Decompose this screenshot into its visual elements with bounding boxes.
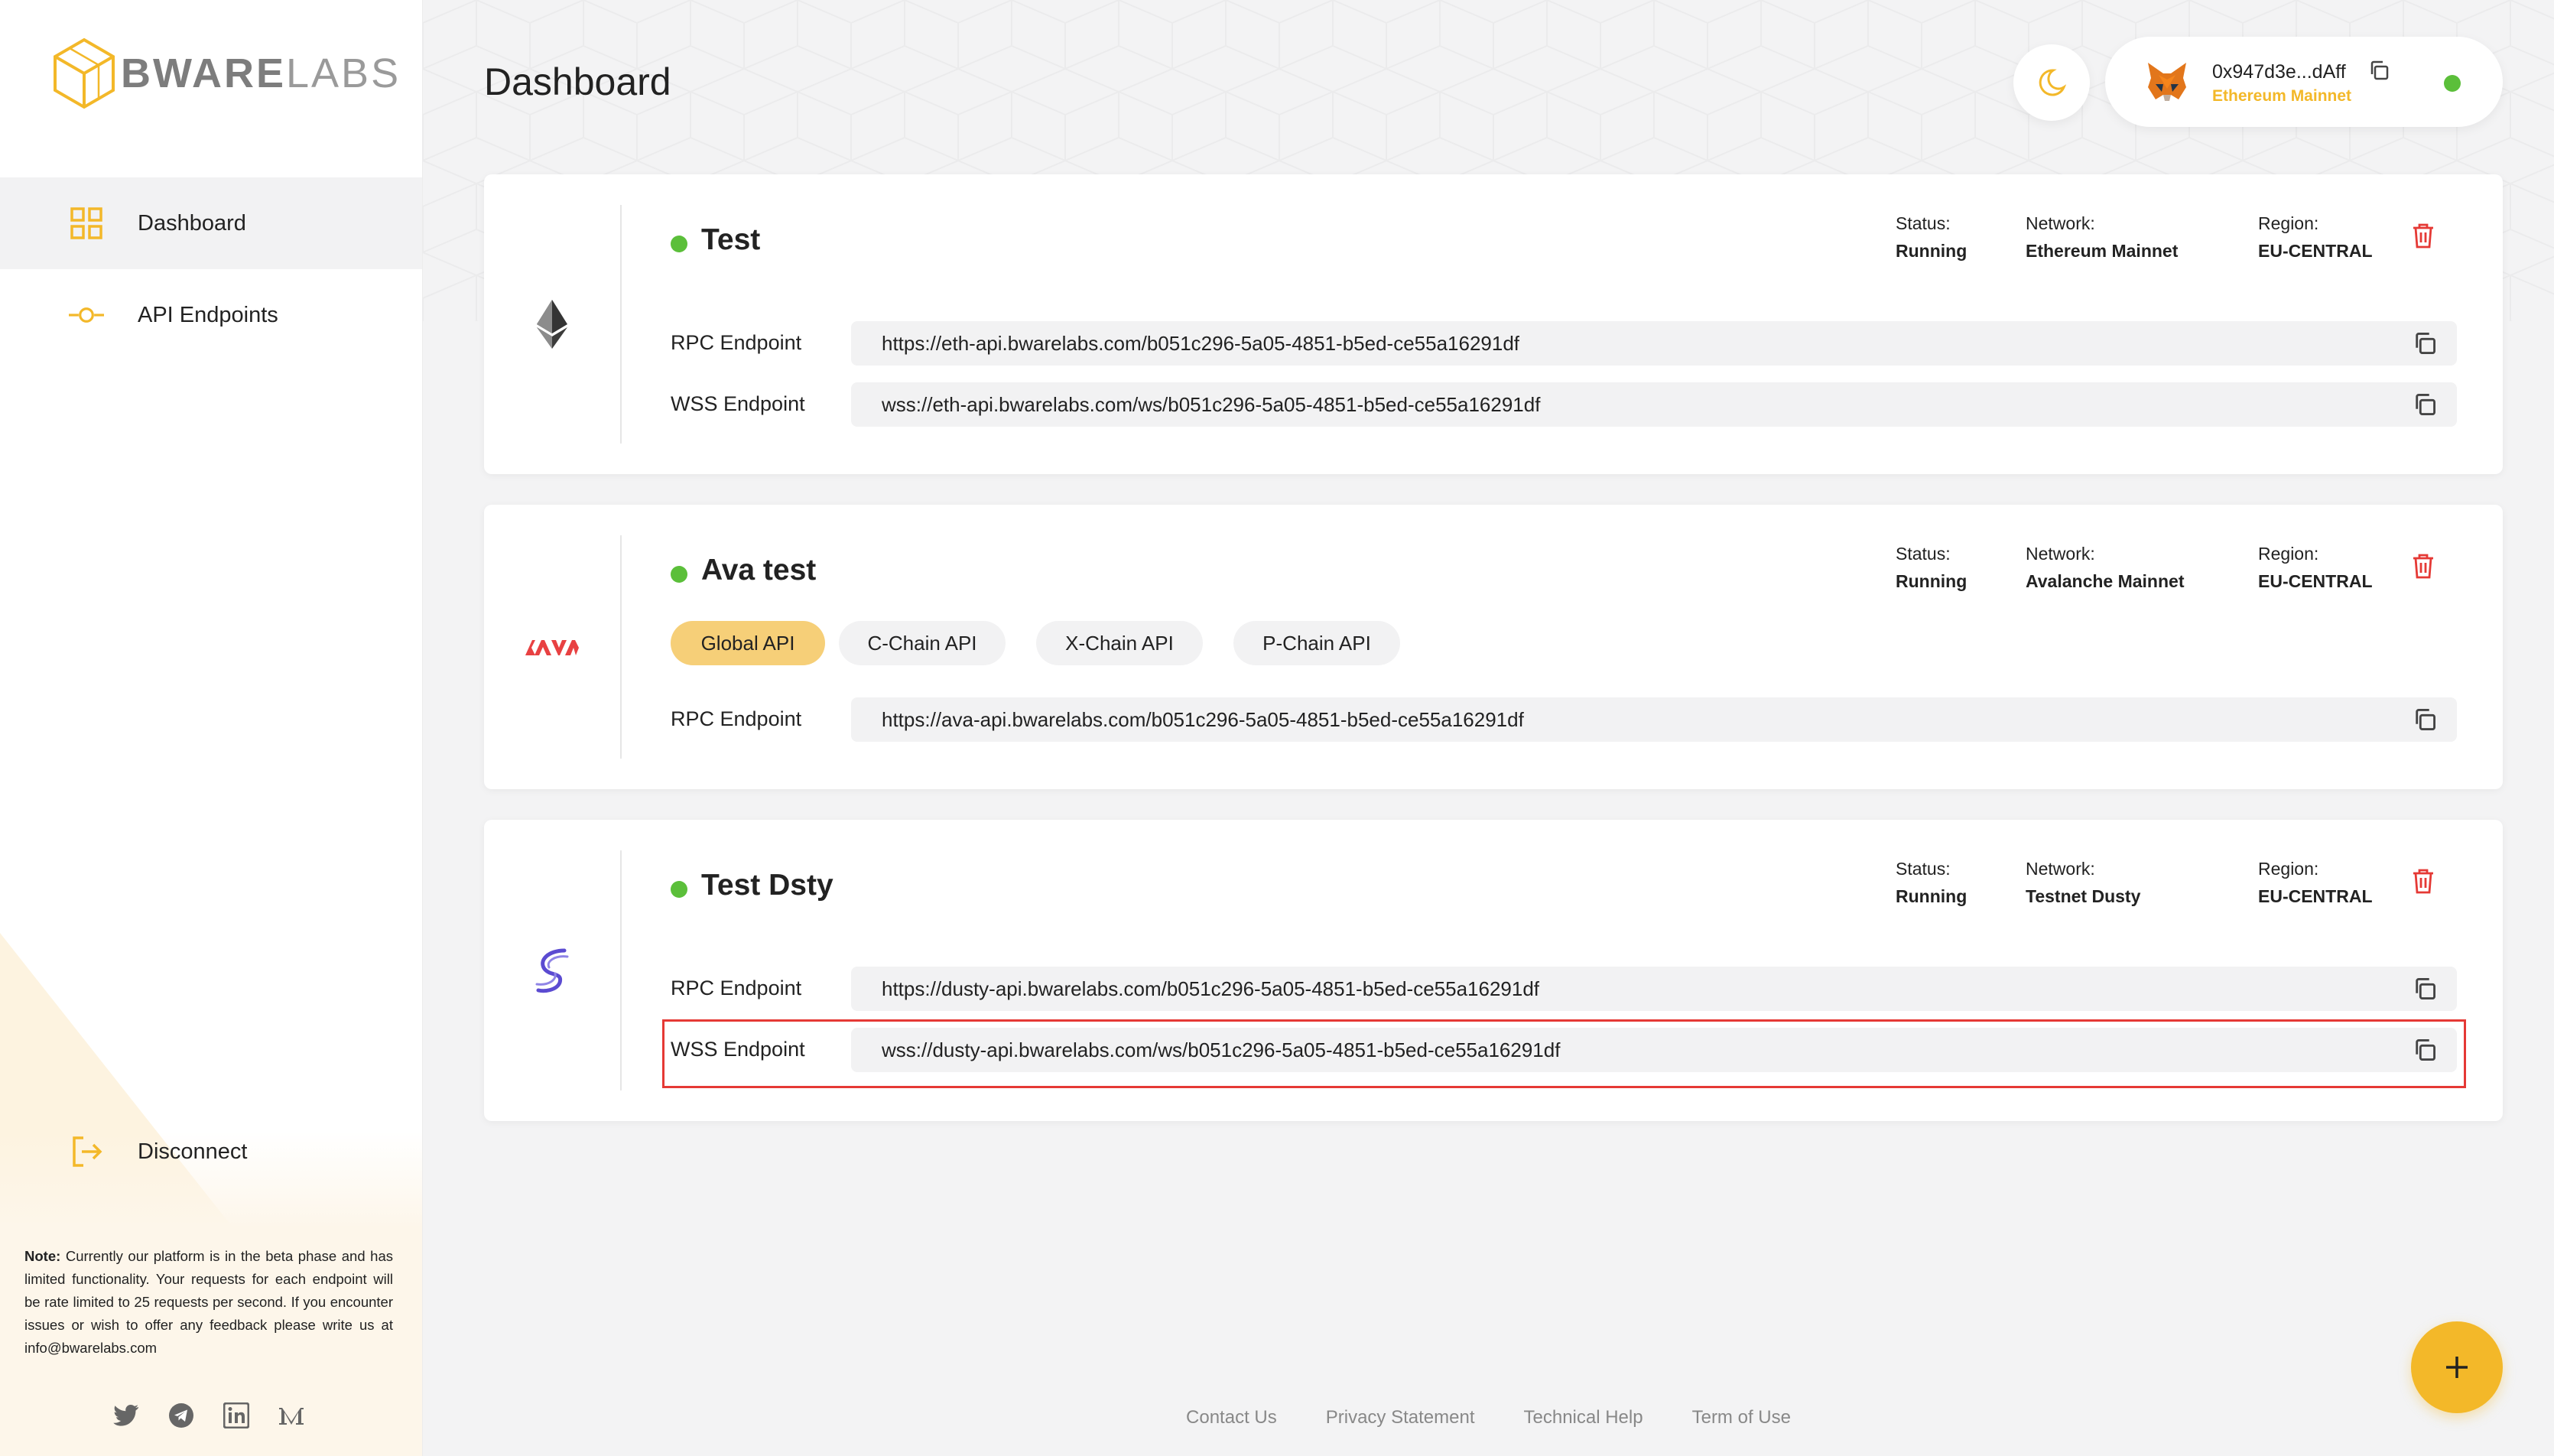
footer-link-privacy[interactable]: Privacy Statement (1326, 1407, 1475, 1428)
footer-links: Contact Us Privacy Statement Technical H… (423, 1407, 2554, 1428)
theme-toggle-button[interactable] (2013, 44, 2090, 121)
network-meta: Network: Ethereum Mainnet (2026, 213, 2179, 261)
sidebar-item-api-endpoints[interactable]: API Endpoints (0, 269, 422, 361)
disconnect-button[interactable]: Disconnect (0, 1106, 422, 1198)
endpoint-url: wss://eth-api.bwarelabs.com/ws/b051c296-… (882, 393, 1541, 416)
twitter-icon[interactable] (112, 1401, 141, 1430)
endpoint-url: https://dusty-api.bwarelabs.com/b051c296… (882, 977, 1540, 1000)
node-card: Ava test Status: Running Network: Avalanch… (484, 505, 2503, 789)
status-dot (671, 881, 687, 898)
wss-endpoint-field[interactable]: wss://eth-api.bwarelabs.com/ws/b051c296-… (851, 382, 2457, 427)
copy-icon[interactable] (2413, 977, 2437, 1001)
add-endpoint-button[interactable] (2411, 1321, 2503, 1413)
medium-icon[interactable] (277, 1401, 306, 1430)
brand-name: BWARELABS (121, 50, 401, 96)
chain-logo (484, 535, 622, 759)
logout-icon (69, 1134, 104, 1169)
node-name: Test (701, 223, 761, 256)
rpc-endpoint-label: RPC Endpoint (671, 331, 802, 354)
rpc-endpoint-field[interactable]: https://eth-api.bwarelabs.com/b051c296-5… (851, 321, 2457, 366)
wallet-widget[interactable]: 0x947d3e...dAff Ethereum Mainnet (2105, 37, 2503, 127)
wallet-address: 0x947d3e...dAff (2212, 61, 2346, 83)
rpc-endpoint-label: RPC Endpoint (671, 977, 802, 999)
rpc-endpoint-label: RPC Endpoint (671, 707, 802, 730)
network-meta: Network: Testnet Dusty (2026, 859, 2141, 906)
sidebar-item-dashboard[interactable]: Dashboard (0, 177, 422, 269)
chain-logo (484, 850, 622, 1090)
footer-link-contact[interactable]: Contact Us (1186, 1407, 1277, 1428)
telegram-icon[interactable] (167, 1401, 196, 1430)
copy-icon[interactable] (2413, 707, 2437, 732)
avalanche-icon (525, 640, 579, 655)
grid-icon (69, 206, 104, 241)
social-links (112, 1401, 306, 1430)
trash-icon[interactable] (2411, 552, 2435, 580)
main-content: Dashboard 0x947d3e...dAff Ethereum Mainn… (423, 0, 2554, 1456)
endpoint-icon (69, 297, 104, 333)
status-dot (671, 236, 687, 252)
network-meta: Network: Avalanche Mainnet (2026, 544, 2185, 591)
status-meta: Status: Running (1896, 213, 1967, 261)
tab-x-chain-api[interactable]: X-Chain API (1036, 621, 1203, 665)
region-meta: Region: EU-CENTRAL (2258, 544, 2373, 591)
brand-logo[interactable]: BWARELABS (52, 37, 401, 110)
region-meta: Region: EU-CENTRAL (2258, 859, 2373, 906)
copy-address-icon[interactable] (2368, 60, 2390, 81)
tab-c-chain-api[interactable]: C-Chain API (839, 621, 1006, 665)
status-dot (671, 566, 687, 583)
endpoint-url: https://ava-api.bwarelabs.com/b051c296-5… (882, 708, 1524, 731)
copy-icon[interactable] (2413, 392, 2437, 417)
region-meta: Region: EU-CENTRAL (2258, 213, 2373, 261)
ethereum-icon (537, 300, 567, 349)
cube-logo-icon (54, 37, 115, 109)
sidebar-item-label: API Endpoints (138, 302, 278, 327)
node-card: Test Status: Running Network: Ethereum Mai… (484, 174, 2503, 474)
status-meta: Status: Running (1896, 544, 1967, 591)
node-name: Test Dsty (701, 869, 833, 902)
endpoint-url: https://eth-api.bwarelabs.com/b051c296-5… (882, 332, 1520, 355)
status-meta: Status: Running (1896, 859, 1967, 906)
highlight-box (662, 1019, 2466, 1088)
wallet-network: Ethereum Mainnet (2212, 87, 2352, 105)
footer-link-terms[interactable]: Term of Use (1692, 1407, 1791, 1428)
rpc-endpoint-field[interactable]: https://ava-api.bwarelabs.com/b051c296-5… (851, 697, 2457, 742)
dusty-icon (535, 948, 569, 993)
tab-global-api[interactable]: Global API (671, 621, 825, 665)
disconnect-label: Disconnect (138, 1139, 248, 1164)
plus-icon (2446, 1357, 2468, 1378)
wss-endpoint-label: WSS Endpoint (671, 392, 805, 415)
trash-icon[interactable] (2411, 867, 2435, 895)
chain-logo (484, 205, 622, 444)
connection-status-dot (2444, 75, 2461, 92)
sidebar: BWARELABS Dashboard API Endpoints Discon… (0, 0, 423, 1456)
rpc-endpoint-field[interactable]: https://dusty-api.bwarelabs.com/b051c296… (851, 967, 2457, 1011)
beta-note: Note: Currently our platform is in the b… (24, 1248, 393, 1356)
copy-icon[interactable] (2413, 331, 2437, 356)
trash-icon[interactable] (2411, 222, 2435, 249)
tab-p-chain-api[interactable]: P-Chain API (1233, 621, 1400, 665)
node-name: Ava test (701, 554, 817, 587)
moon-icon (2039, 69, 2067, 96)
linkedin-icon[interactable] (222, 1401, 251, 1430)
sidebar-item-label: Dashboard (138, 210, 246, 236)
page-title: Dashboard (484, 60, 671, 103)
metamask-fox-icon (2148, 63, 2186, 101)
footer-link-technical-help[interactable]: Technical Help (1524, 1407, 1643, 1428)
